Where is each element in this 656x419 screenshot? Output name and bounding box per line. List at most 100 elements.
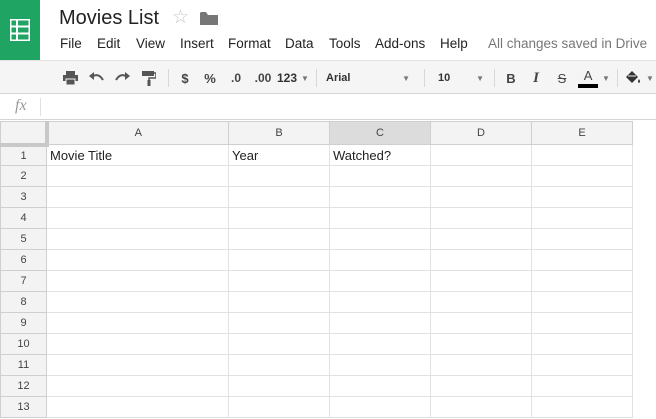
cell-c4[interactable] xyxy=(329,207,431,229)
cell-a1[interactable]: Movie Title xyxy=(46,144,229,166)
more-formats-dropdown[interactable]: 123 ▼ xyxy=(277,61,309,95)
cell-b3[interactable] xyxy=(228,186,330,208)
cell-c6[interactable] xyxy=(329,249,431,271)
column-header-a[interactable]: A xyxy=(46,121,229,145)
cell-e11[interactable] xyxy=(531,354,633,376)
cell-c5[interactable] xyxy=(329,228,431,250)
row-header-11[interactable]: 11 xyxy=(0,354,47,376)
cell-a12[interactable] xyxy=(46,375,229,397)
cell-a7[interactable] xyxy=(46,270,229,292)
cell-a6[interactable] xyxy=(46,249,229,271)
row-header-9[interactable]: 9 xyxy=(0,312,47,334)
bold-button[interactable]: B xyxy=(502,61,520,95)
currency-button[interactable]: $ xyxy=(176,61,194,95)
cell-b13[interactable] xyxy=(228,396,330,418)
cell-a8[interactable] xyxy=(46,291,229,313)
cell-b11[interactable] xyxy=(228,354,330,376)
redo-icon[interactable] xyxy=(112,61,132,95)
document-title[interactable]: Movies List xyxy=(59,7,159,30)
cell-d11[interactable] xyxy=(430,354,532,376)
cell-d7[interactable] xyxy=(430,270,532,292)
sheets-logo-icon[interactable] xyxy=(0,0,40,60)
cell-e2[interactable] xyxy=(531,165,633,187)
save-status[interactable]: All changes saved in Drive xyxy=(488,36,647,51)
cell-e5[interactable] xyxy=(531,228,633,250)
menu-edit[interactable]: Edit xyxy=(97,36,120,51)
cell-b5[interactable] xyxy=(228,228,330,250)
cell-e8[interactable] xyxy=(531,291,633,313)
cell-a5[interactable] xyxy=(46,228,229,250)
row-header-1[interactable]: 1 xyxy=(0,144,47,166)
cell-c3[interactable] xyxy=(329,186,431,208)
cell-e10[interactable] xyxy=(531,333,633,355)
cell-c2[interactable] xyxy=(329,165,431,187)
row-header-2[interactable]: 2 xyxy=(0,165,47,187)
column-header-d[interactable]: D xyxy=(430,121,532,145)
cell-d2[interactable] xyxy=(430,165,532,187)
cell-e7[interactable] xyxy=(531,270,633,292)
select-all-corner[interactable] xyxy=(0,121,49,147)
cell-c10[interactable] xyxy=(329,333,431,355)
row-header-12[interactable]: 12 xyxy=(0,375,47,397)
cell-d12[interactable] xyxy=(430,375,532,397)
cell-d9[interactable] xyxy=(430,312,532,334)
menu-format[interactable]: Format xyxy=(228,36,271,51)
cell-e3[interactable] xyxy=(531,186,633,208)
cell-b1[interactable]: Year xyxy=(228,144,330,166)
row-header-13[interactable]: 13 xyxy=(0,396,47,418)
italic-button[interactable]: I xyxy=(527,61,545,95)
font-family-dropdown[interactable]: Arial ▼ xyxy=(326,61,410,95)
cell-c7[interactable] xyxy=(329,270,431,292)
cell-d1[interactable] xyxy=(430,144,532,166)
column-header-c[interactable]: C xyxy=(329,121,431,145)
cell-d6[interactable] xyxy=(430,249,532,271)
formula-input[interactable] xyxy=(46,96,650,118)
cell-e1[interactable] xyxy=(531,144,633,166)
cell-b10[interactable] xyxy=(228,333,330,355)
cell-a13[interactable] xyxy=(46,396,229,418)
star-icon[interactable]: ☆ xyxy=(172,8,189,27)
row-header-7[interactable]: 7 xyxy=(0,270,47,292)
decrease-decimals-button[interactable]: .0 xyxy=(225,61,247,95)
cell-d10[interactable] xyxy=(430,333,532,355)
paint-format-icon[interactable] xyxy=(139,61,159,95)
undo-icon[interactable] xyxy=(86,61,106,95)
menu-data[interactable]: Data xyxy=(285,36,314,51)
row-header-6[interactable]: 6 xyxy=(0,249,47,271)
print-icon[interactable] xyxy=(60,61,80,95)
row-header-5[interactable]: 5 xyxy=(0,228,47,250)
cell-b7[interactable] xyxy=(228,270,330,292)
cell-b8[interactable] xyxy=(228,291,330,313)
cell-c12[interactable] xyxy=(329,375,431,397)
cell-a10[interactable] xyxy=(46,333,229,355)
cell-b2[interactable] xyxy=(228,165,330,187)
cell-a4[interactable] xyxy=(46,207,229,229)
cell-c9[interactable] xyxy=(329,312,431,334)
cell-e12[interactable] xyxy=(531,375,633,397)
column-header-e[interactable]: E xyxy=(531,121,633,145)
cell-b12[interactable] xyxy=(228,375,330,397)
menu-tools[interactable]: Tools xyxy=(329,36,361,51)
row-header-10[interactable]: 10 xyxy=(0,333,47,355)
cell-c1[interactable]: Watched? xyxy=(329,144,431,166)
row-header-8[interactable]: 8 xyxy=(0,291,47,313)
text-color-button[interactable]: A ▼ xyxy=(576,61,612,95)
cell-a11[interactable] xyxy=(46,354,229,376)
menu-add-ons[interactable]: Add-ons xyxy=(375,36,425,51)
cell-b9[interactable] xyxy=(228,312,330,334)
cell-e4[interactable] xyxy=(531,207,633,229)
menu-insert[interactable]: Insert xyxy=(180,36,214,51)
cell-d5[interactable] xyxy=(430,228,532,250)
cell-a9[interactable] xyxy=(46,312,229,334)
font-size-dropdown[interactable]: 10 ▼ xyxy=(438,61,484,95)
cell-b6[interactable] xyxy=(228,249,330,271)
strikethrough-button[interactable]: S xyxy=(553,61,571,95)
cell-d8[interactable] xyxy=(430,291,532,313)
menu-file[interactable]: File xyxy=(60,36,82,51)
fill-color-button[interactable]: ▼ xyxy=(624,61,654,95)
column-header-b[interactable]: B xyxy=(228,121,330,145)
cell-c8[interactable] xyxy=(329,291,431,313)
cell-a2[interactable] xyxy=(46,165,229,187)
cell-d13[interactable] xyxy=(430,396,532,418)
cell-c13[interactable] xyxy=(329,396,431,418)
